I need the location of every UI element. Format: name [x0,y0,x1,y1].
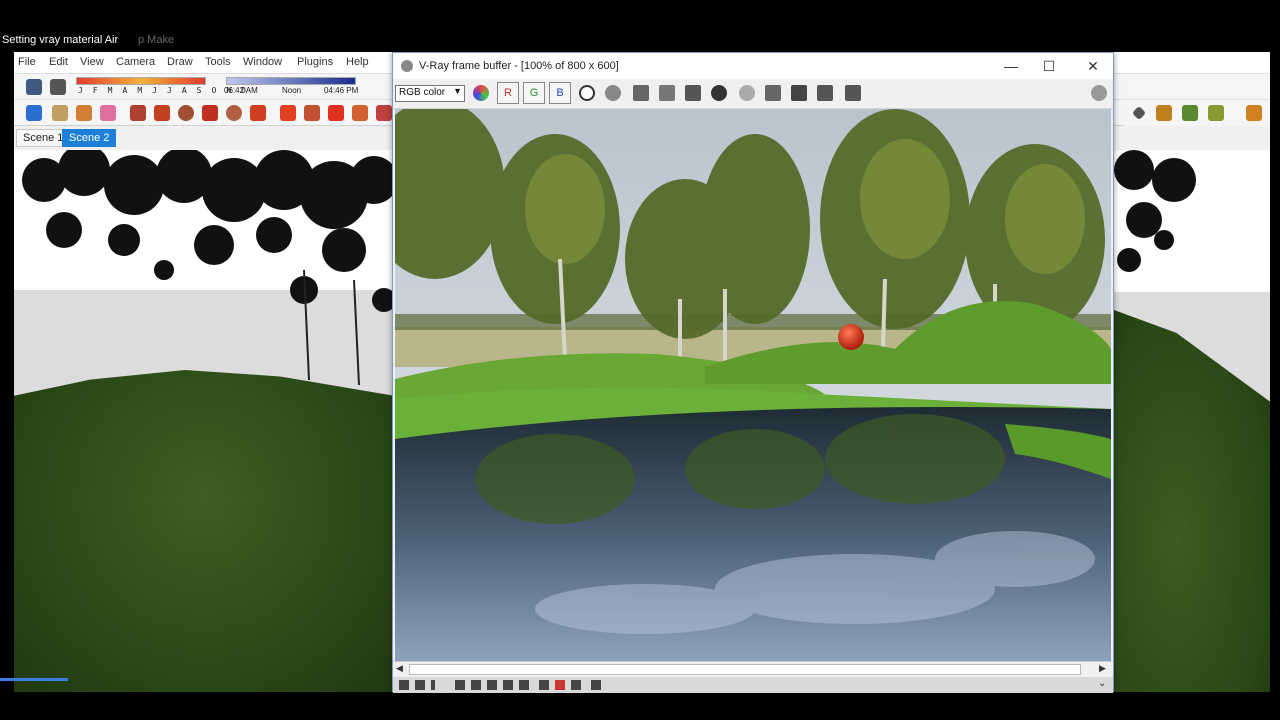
tab-scene-2[interactable]: Scene 2 [62,129,117,147]
monochrome-icon[interactable] [605,85,621,101]
menu-camera[interactable]: Camera [116,56,155,68]
minimize-icon[interactable]: — [1001,57,1021,75]
sketchup-title-fragment: p Make [138,34,175,46]
stereo-icon[interactable] [571,680,581,690]
menu-help[interactable]: Help [346,56,369,68]
exposure-icon[interactable] [487,680,497,690]
menu-plugins[interactable]: Plugins [297,56,333,68]
stop-render-icon[interactable] [711,85,727,101]
sandbox-icon[interactable] [1156,105,1172,121]
circle-icon[interactable] [178,105,194,121]
month-labels: J F M A M J J A S O N D [78,86,249,95]
histogram-icon[interactable] [503,680,513,690]
section-plane-icon[interactable] [1131,105,1147,121]
shadow-toggle-icon[interactable] [26,79,42,95]
region-render-icon[interactable] [765,85,781,101]
green-channel-button[interactable]: G [523,82,545,104]
polygon-icon[interactable] [226,105,242,121]
scroll-left-icon[interactable]: ◀ [396,663,403,674]
horizontal-scrollbar[interactable]: ◀ ▶ [393,661,1113,677]
color-picker-icon[interactable] [473,85,489,101]
red-channel-button[interactable]: R [497,82,519,104]
maximize-icon[interactable]: ☐ [1039,57,1059,75]
srgb-icon[interactable] [591,680,601,690]
freehand-icon[interactable] [250,105,266,121]
scale-icon[interactable] [376,105,392,121]
select-arrow-icon[interactable] [26,105,42,121]
info-icon[interactable] [431,680,435,690]
properties-icon[interactable] [415,680,425,690]
vfb-toolbar: RGB color ▼ R G B [393,79,1113,109]
blue-channel-button[interactable]: B [549,82,571,104]
eraser-icon[interactable] [100,105,116,121]
rectangle-icon[interactable] [130,105,146,121]
menu-file[interactable]: File [18,56,36,68]
video-progress-bar[interactable] [0,678,68,681]
channel-select[interactable]: RGB color ▼ [395,85,465,102]
menu-window[interactable]: Window [243,56,282,68]
curve-icon[interactable] [471,680,481,690]
lut-icon[interactable] [519,680,529,690]
terrain-icon[interactable] [1182,105,1198,121]
display-corrections-icon[interactable] [817,85,833,101]
move-icon[interactable] [280,105,296,121]
history-icon[interactable] [399,680,409,690]
pixel-aspect-icon[interactable] [555,680,565,690]
make-component-icon[interactable] [52,105,68,121]
scroll-right-icon[interactable]: ▶ [1099,663,1106,674]
push-pull-icon[interactable] [304,105,320,121]
scrollbar-thumb[interactable] [409,664,1081,675]
load-image-icon[interactable] [659,85,675,101]
lens-effects-icon[interactable] [791,85,807,101]
menu-draw[interactable]: Draw [167,56,193,68]
right-toolbar [1124,100,1270,126]
video-title-bar: Setting vray material Air p Make [0,0,1280,52]
smoove-icon[interactable] [1208,105,1224,121]
teapot-render-icon[interactable] [1091,85,1107,101]
vfb-status-bar: ⌄ [393,677,1113,693]
video-title: Setting vray material Air [2,34,119,46]
render-history-icon[interactable] [845,85,861,101]
menu-edit[interactable]: Edit [49,56,68,68]
viewport-right-part [1114,150,1270,692]
tree-foliage-left [22,150,394,386]
vfb-titlebar: V-Ray frame buffer - [100% of 800 x 600]… [393,53,1113,79]
alpha-channel-icon[interactable] [579,85,595,101]
time-slider[interactable] [226,77,356,85]
levels-icon[interactable] [455,680,465,690]
vray-frame-buffer-window: V-Ray frame buffer - [100% of 800 x 600]… [392,52,1114,693]
h-icon[interactable] [539,680,549,690]
fog-toggle-icon[interactable] [50,79,66,95]
time-end-label: 04:46 PM [324,86,359,95]
channel-select-value: RGB color [399,87,446,98]
render-scene [395,109,1111,661]
save-image-icon[interactable] [633,85,649,101]
time-start-label: 06:42 AM [224,86,258,95]
vray-logo-icon [401,60,413,72]
viewport-grass-mound [14,370,394,692]
line-icon[interactable] [154,105,170,121]
paint-bucket-icon[interactable] [76,105,92,121]
chevron-down-icon: ▼ [453,86,462,96]
time-noon-label: Noon [282,86,302,95]
tree-foliage-right [1114,150,1196,272]
expand-icon[interactable]: ⌄ [1098,678,1106,689]
arc-icon[interactable] [202,105,218,121]
rendered-image[interactable] [395,109,1111,661]
styles-icon[interactable] [1246,105,1262,121]
rotate-icon[interactable] [328,105,344,121]
vfb-title: V-Ray frame buffer - [100% of 800 x 600] [419,60,619,72]
date-slider[interactable] [76,77,206,85]
follow-me-icon[interactable] [352,105,368,121]
track-mouse-icon[interactable] [739,85,755,101]
screen: Setting vray material Air p Make File Ed… [0,0,1280,720]
menu-tools[interactable]: Tools [205,56,231,68]
clear-image-icon[interactable] [685,85,701,101]
menu-view[interactable]: View [80,56,104,68]
close-icon[interactable]: ✕ [1083,57,1103,75]
